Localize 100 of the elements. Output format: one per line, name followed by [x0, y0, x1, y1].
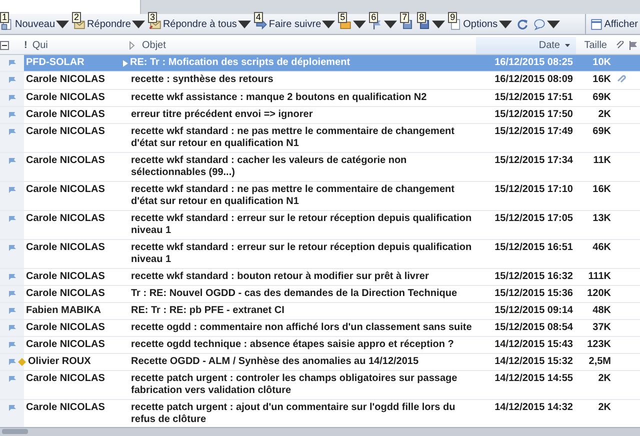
message-row[interactable]: Fabien MABIKA RE: Tr : RE: pb PFE - extranet CI 15/12/2015 09:14 48K: [0, 303, 640, 320]
subject-text: recette wkf standard : ne pas mettre le commentaire de changement d'état sur retour en qualification N1: [131, 184, 456, 208]
message-row[interactable]: Carole NICOLAS recette wkf standard : bouton retour à modifier sur prêt à livrer 15/12/2015 16:32 111K: [0, 269, 640, 286]
pin-icon: [8, 340, 16, 349]
size-text: 11K: [593, 155, 611, 166]
flag-icon: [629, 41, 638, 50]
expand-icon: [128, 41, 137, 50]
subject-text: recette wkf standard : erreur sur le retour réception depuis qualification niveau 1: [131, 213, 473, 237]
sender-text: Carole NICOLAS: [26, 373, 105, 385]
sender-text: Fabien MABIKA: [26, 305, 101, 317]
column-header[interactable]: Objet: [139, 40, 169, 51]
date-text: 15/12/2015 17:49: [494, 126, 573, 137]
message-row[interactable]: Carole NICOLAS recette ogdd technique : absence étapes saisie appro et réception ? 14/12/2015 15:43 123K: [0, 337, 640, 354]
subject-text: recette wkf standard : cacher les valeurs de catégorie non sélectionnables (99...): [131, 155, 408, 179]
date-text: 14/12/2015 14:32: [494, 402, 573, 413]
sender-text: Olivier ROUX: [28, 356, 91, 368]
message-row[interactable]: Carole NICOLAS Tr : RE: Nouvel OGDD - cas des demandes de la Direction Technique 15/12/2015 15:36 120K: [0, 286, 640, 303]
size-text: 111K: [588, 271, 611, 282]
column-header[interactable]: Qui: [29, 40, 51, 51]
pin-icon: [8, 357, 16, 366]
toolbar-button[interactable]: 7: [400, 15, 416, 33]
caret-icon[interactable]: [384, 18, 398, 30]
show-button[interactable]: Afficher: [585, 14, 640, 34]
toolbar-button[interactable]: 4 Faire suivre: [254, 15, 338, 33]
date-text: 14/12/2015 15:43: [494, 339, 573, 350]
size-text: 37K: [592, 322, 611, 333]
subject-text: recette wkf assistance : manque 2 boutons en qualification N2: [131, 92, 427, 104]
caret-icon[interactable]: [498, 18, 512, 30]
column-header[interactable]: Taille: [581, 40, 610, 51]
size-text: 2,5M: [588, 356, 611, 367]
size-text: 16K: [592, 74, 611, 85]
pin-icon: [8, 289, 16, 298]
horizontal-scrollbar[interactable]: [0, 427, 640, 436]
message-row[interactable]: Carole NICOLAS recette patch urgent : controler les champs obligatoires sur passage fabrication vers validation clôture 14/12/2015 14:55 2K: [0, 371, 640, 400]
keytip-badge: 4: [254, 12, 263, 23]
size-text: 2K: [598, 109, 611, 120]
pin-icon: [8, 110, 16, 119]
sender-text: Carole NICOLAS: [26, 155, 105, 167]
toolbar-button[interactable]: 3 Répondre à tous: [148, 15, 253, 33]
subject-text: Tr : RE: Nouvel OGDD - cas des demandes de la Direction Technique: [131, 288, 458, 300]
keytip-badge: 8: [417, 12, 426, 23]
speech-bubble-icon: [532, 18, 546, 30]
pin-icon: [8, 243, 16, 252]
toolbar-button[interactable]: 5: [338, 15, 368, 33]
size-text: 2K: [598, 402, 611, 413]
size-text: 2K: [598, 373, 611, 384]
sender-text: Carole NICOLAS: [26, 74, 105, 86]
caret-icon[interactable]: [546, 18, 560, 30]
message-row[interactable]: Carole NICOLAS erreur titre précédent envoi => ignorer 15/12/2015 17:50 2K: [0, 107, 640, 124]
caret-icon[interactable]: [132, 18, 145, 30]
expand-icon[interactable]: [123, 60, 128, 67]
keytip-badge: 2: [72, 12, 82, 23]
pin-icon: [8, 127, 16, 136]
sender-text: PFD-SOLAR: [26, 57, 84, 69]
keytip-badge: 1: [0, 12, 10, 23]
pin-icon: [8, 403, 16, 412]
pin-icon: [8, 306, 16, 315]
toolbar-button[interactable]: 9 Options: [448, 15, 514, 33]
keytip-badge: 7: [400, 12, 410, 23]
message-row[interactable]: Carole NICOLAS recette wkf standard : erreur sur le retour réception depuis qualification niveau 1 15/12/2015 17:05 13K: [0, 211, 640, 240]
date-text: 15/12/2015 17:50: [494, 109, 573, 120]
message-row[interactable]: Carole NICOLAS recette wkf assistance : manque 2 boutons en qualification N2 15/12/2015 17:51 69K: [0, 90, 640, 107]
toolbar-button[interactable]: 8: [417, 15, 448, 33]
size-text: 120K: [587, 288, 611, 299]
sender-text: Carole NICOLAS: [26, 339, 105, 351]
message-row[interactable]: Carole NICOLAS recette ogdd : commentaire non affiché lors d'un classement sans suite 15/12/2015 08:54 37K: [0, 320, 640, 337]
message-row[interactable]: Carole NICOLAS recette wkf standard : cacher les valeurs de catégorie non sélectionnables (99...) 15/12/2015 17:34 11K: [0, 153, 640, 182]
date-text: 16/12/2015 08:09: [494, 74, 573, 85]
refresh-icon: [516, 18, 529, 30]
sender-text: Carole NICOLAS: [26, 402, 105, 414]
column-header[interactable]: !: [24, 40, 28, 51]
message-row[interactable]: Carole NICOLAS recette wkf standard : erreur sur le retour réception depuis qualification niveau 1 15/12/2015 16:51 46K: [0, 240, 640, 269]
message-row[interactable]: Carole NICOLAS recette wkf standard : ne pas mettre le commentaire de changement d'état sur retour en qualification N1 15/12/2015 17:49 69K: [0, 124, 640, 153]
toolbar-button[interactable]: 6: [369, 15, 400, 33]
pin-icon: [8, 156, 16, 165]
sender-text: Carole NICOLAS: [26, 271, 105, 283]
sender-text: Carole NICOLAS: [26, 213, 105, 225]
subject-text: RE: Tr : RE: pb PFE - extranet CI: [131, 305, 284, 317]
sender-text: Carole NICOLAS: [26, 242, 105, 254]
size-text: 46K: [592, 242, 611, 253]
collapse-icon[interactable]: [0, 41, 9, 50]
caret-icon[interactable]: [322, 18, 336, 30]
date-text: 15/12/2015 16:51: [494, 242, 573, 253]
message-row[interactable]: Carole NICOLAS recette : synthèse des retours 16/12/2015 08:09 16K: [0, 72, 640, 90]
caret-icon[interactable]: [56, 18, 70, 30]
toolbar-button[interactable]: 1 Nouveau: [0, 15, 72, 33]
message-row[interactable]: Carole NICOLAS recette wkf standard : ne pas mettre le commentaire de changement d'état sur retour en qualification N1 15/12/2015 17:10 16K: [0, 182, 640, 211]
pin-icon: [8, 185, 16, 194]
date-text: 15/12/2015 09:14: [494, 305, 573, 316]
date-text: 16/12/2015 08:25: [494, 57, 573, 68]
caret-icon[interactable]: [238, 18, 251, 30]
subject-text: recette patch urgent : controler les champs obligatoires sur passage fabrication vers validation clôture: [131, 373, 458, 397]
subject-text: recette ogdd : commentaire non affiché lors d'un classement sans suite: [131, 322, 472, 334]
caret-icon[interactable]: [432, 18, 446, 30]
sender-text: Carole NICOLAS: [26, 126, 105, 138]
caret-icon[interactable]: [353, 18, 366, 30]
toolbar-button[interactable]: 2 Répondre: [72, 15, 147, 33]
sender-text: Carole NICOLAS: [26, 184, 105, 196]
message-row[interactable]: Olivier ROUX Recette OGDD - ALM / Synhèse des anomalies au 14/12/2015 14/12/2015 15:32 2,5M: [0, 354, 640, 371]
column-header[interactable]: Date: [536, 40, 563, 51]
